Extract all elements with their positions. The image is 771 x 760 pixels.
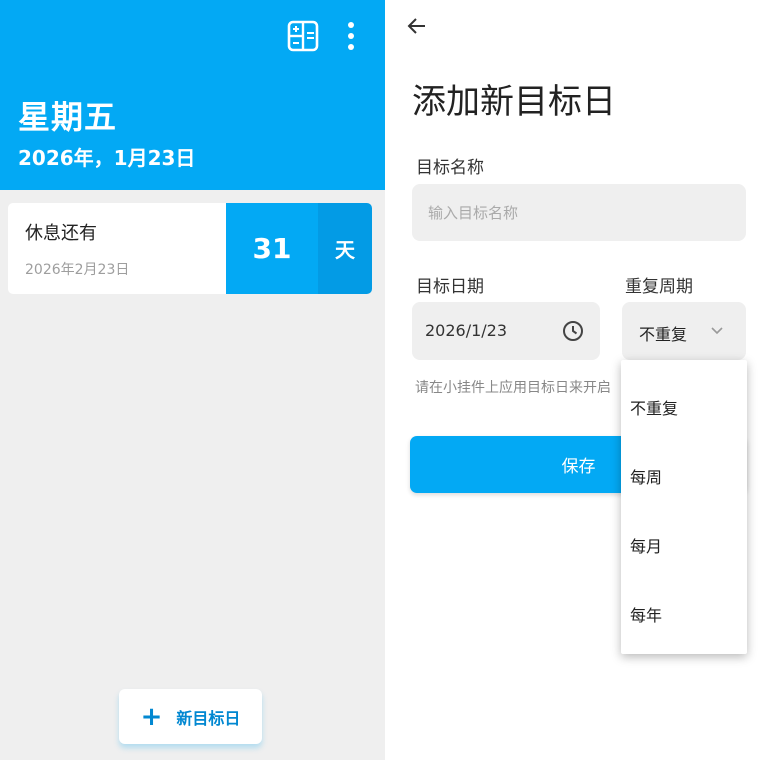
plus-icon: + (140, 701, 163, 732)
save-button-label: 保存 (561, 457, 596, 477)
target-name-input[interactable] (412, 184, 746, 241)
current-date: 2026年，1月23日 (18, 146, 196, 170)
date-label: 目标日期 (416, 277, 484, 297)
repeat-selected-value: 不重复 (639, 325, 688, 344)
more-vertical-icon[interactable] (343, 20, 359, 52)
date-header: 星期五 2026年，1月23日 (0, 0, 385, 190)
name-label: 目标名称 (416, 158, 484, 178)
add-target-day-label: 新目标日 (176, 708, 241, 728)
repeat-option-yearly[interactable]: 每年 (630, 602, 662, 626)
repeat-dropdown-menu: 不重复 每周 每月 每年 (621, 360, 747, 654)
repeat-option-none[interactable]: 不重复 (630, 395, 678, 419)
repeat-select[interactable]: 不重复 (622, 302, 746, 360)
card-title: 休息还有 (25, 223, 97, 244)
days-remaining-count: 31 (226, 203, 318, 294)
calculator-icon[interactable] (287, 20, 319, 52)
card-target-date: 2026年2月23日 (25, 262, 130, 278)
repeat-label: 重复周期 (625, 277, 693, 297)
widget-hint-text: 请在小挂件上应用目标日来开启 (415, 380, 611, 396)
page-title: 添加新目标日 (412, 82, 616, 122)
add-target-day-screen: 添加新目标日 目标名称 目标日期 2026/1/23 重复周期 不重复 请在小挂… (385, 0, 771, 760)
target-day-card[interactable]: 休息还有 2026年2月23日 31 天 (8, 203, 372, 294)
target-date-field[interactable]: 2026/1/23 (412, 302, 600, 360)
arrow-left-icon[interactable] (405, 14, 429, 38)
clock-icon (563, 321, 583, 341)
days-unit-label: 天 (318, 203, 372, 294)
weekday-title: 星期五 (18, 98, 118, 136)
target-date-value: 2026/1/23 (425, 321, 508, 340)
repeat-option-weekly[interactable]: 每周 (630, 464, 662, 488)
chevron-down-icon (711, 327, 723, 335)
home-screen: 星期五 2026年，1月23日 休息还有 2026年2月23日 31 天 + 新… (0, 0, 385, 760)
add-target-day-button[interactable]: + 新目标日 (119, 689, 262, 744)
repeat-option-monthly[interactable]: 每月 (630, 533, 662, 557)
